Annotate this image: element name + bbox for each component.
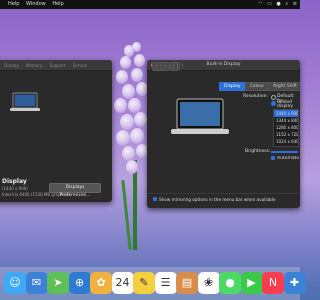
laptop-icon [10,92,40,111]
flower-bud [132,42,141,53]
tab-support[interactable]: Support [50,63,66,68]
photos-icon[interactable]: ✿ [90,272,112,294]
menu-item-help-2[interactable]: Help [52,1,63,7]
menu-bar: Help Window Help ◠ ▭ ● ⌕ ≡ [0,0,300,9]
search-icon[interactable]: ⌕ [285,1,288,7]
radio-scaled[interactable] [271,101,276,106]
auto-brightness-label: Automatically adjust brightness [277,155,299,161]
scaled-resolution-list: 1440 x 900 1344 x 840 1280 x 800 1152 x … [273,109,299,147]
maps-icon[interactable]: ➤ [47,272,69,294]
flower-bud [128,98,141,113]
app-icon[interactable]: ✚ [283,272,306,294]
menu-item-help[interactable]: Help [8,1,19,7]
about-this-mac-window: Display Memory Support Service Display (… [0,60,112,202]
flower-bud [116,130,130,147]
resolution-option[interactable]: 1024 x 640 [274,138,298,145]
news-icon[interactable]: N [262,272,284,294]
tab-colour[interactable]: Colour [244,82,270,91]
menu-icon[interactable]: ≡ [293,1,297,7]
displays-preferences-button[interactable]: Displays Preferences... [49,183,101,198]
safari-icon-glyph: ⊕ [74,276,85,289]
finder-icon[interactable]: ☺ [4,272,26,294]
messages-icon[interactable]: ● [219,272,241,294]
maps-icon-glyph: ➤ [53,276,63,289]
brightness-slider[interactable] [271,151,298,153]
mirroring-label: Show mirroring options in the menu bar w… [159,196,276,202]
flower-bud [134,54,145,67]
mirroring-checkbox[interactable] [153,197,157,201]
divider [147,193,300,194]
show-all-button[interactable]: ⋮⋮⋮ [170,62,185,71]
tab-display[interactable]: Display [4,63,19,68]
tab-night-shift[interactable]: Night Shift [268,82,300,91]
laptop-icon [171,98,229,134]
notes-icon[interactable]: ✎ [133,272,155,294]
photos-wheel-icon-glyph: ❀ [203,276,214,289]
safari-icon[interactable]: ⊕ [68,272,91,294]
built-in-display-window: Built-in Display ‹ › ⋮⋮⋮ Display Colour Ni… [147,60,300,208]
resolution-option[interactable]: 1344 x 840 [274,117,298,124]
tab-display[interactable]: Display [219,82,246,91]
brightness-label: Brightness: [245,149,271,154]
app-icon-glyph: ✚ [289,276,300,289]
flower-bud [114,98,127,113]
mail-icon[interactable]: ✉ [25,272,48,294]
calendar-icon-glyph: 24 [115,276,130,289]
resolution-label: Resolution: [243,94,269,99]
radio-scaled-label: Scaled [277,100,292,105]
auto-brightness-checkbox[interactable] [271,156,275,160]
flower-bud [120,114,134,131]
wifi-icon[interactable]: ◠ [258,1,262,7]
radio-default[interactable] [271,95,276,100]
finder-icon-glyph: ☺ [9,276,21,289]
flower-bud [131,68,143,82]
news-icon-glyph: N [268,276,278,289]
mail-icon-glyph: ✉ [31,276,42,289]
tab-service[interactable]: Service [73,63,88,68]
tab-memory[interactable]: Memory [26,63,42,68]
preview-icon-glyph: ▤ [181,276,193,289]
display-resolution: (1440 x 900) [2,186,28,191]
forward-button[interactable]: › [160,62,170,71]
photos-icon-glyph: ✿ [96,276,106,289]
messages-icon-glyph: ● [225,276,235,289]
window-titlebar[interactable]: Display Memory Support Service [0,60,112,71]
reminders-icon[interactable]: ☰ [154,272,177,294]
flower-bud [134,112,147,127]
flower-bud [122,146,135,161]
user-icon[interactable]: ● [276,1,280,7]
flower-bud [120,56,131,69]
battery-icon[interactable]: ▭ [267,1,272,7]
flower-stem-2 [121,180,132,250]
resolution-option[interactable]: 1440 x 900 [274,110,298,117]
flower-bud [130,128,144,145]
resolution-option[interactable]: 1152 x 720 [274,131,298,138]
flower-bud [116,70,128,84]
photos-wheel-icon[interactable]: ❀ [197,272,220,294]
display-tabs: Display Colour Night Shift [219,82,300,91]
calendar-icon[interactable]: 24 [111,272,134,294]
resolution-option[interactable]: 1280 x 800 [274,124,298,131]
notes-icon-glyph: ✎ [139,276,149,289]
facetime-icon-glyph: ▶ [247,276,256,289]
menu-item-window[interactable]: Window [26,1,46,7]
flower-bud [122,84,135,99]
reminders-icon-glyph: ☰ [160,276,171,289]
flower-bud [126,160,138,174]
facetime-icon[interactable]: ▶ [240,272,263,294]
preview-icon[interactable]: ▤ [176,272,198,294]
display-title: Display [2,178,27,185]
